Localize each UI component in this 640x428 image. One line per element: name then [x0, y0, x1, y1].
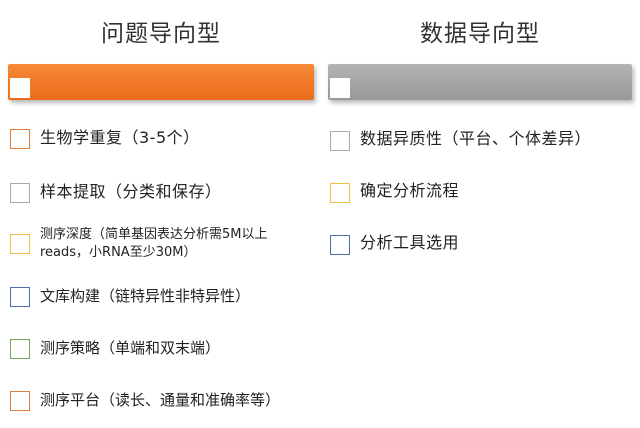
- right-column-title: 数据导向型: [420, 21, 540, 47]
- left-header-bar: [8, 64, 314, 100]
- checkbox-left-3[interactable]: [10, 234, 30, 254]
- left-item-3: 测序深度（简单基因表达分析需5M以上reads，小RNA至少30M）: [8, 226, 314, 266]
- left-item-4-label: 文库构建（链特异性非特异性）: [40, 287, 251, 305]
- left-item-2-label: 样本提取（分类和保存）: [40, 182, 222, 201]
- left-bar-handle: [10, 78, 30, 98]
- checkbox-left-6[interactable]: [10, 391, 30, 411]
- checkbox-right-3[interactable]: [330, 235, 350, 255]
- right-item-2-label: 确定分析流程: [360, 181, 460, 200]
- left-item-5: 测序策略（单端和双末端）: [8, 336, 314, 376]
- checkbox-right-2[interactable]: [330, 183, 350, 203]
- left-column-title: 问题导向型: [101, 21, 221, 47]
- left-item-5-label: 测序策略（单端和双末端）: [40, 339, 221, 357]
- checkbox-left-2[interactable]: [10, 183, 30, 203]
- right-item-1-label: 数据异质性（平台、个体差异）: [360, 129, 592, 148]
- checkbox-left-1[interactable]: [10, 129, 30, 149]
- right-item-1: 数据异质性（平台、个体差异）: [328, 128, 632, 168]
- right-header-bar: [328, 64, 632, 100]
- left-item-1: 生物学重复（3-5个）: [8, 126, 314, 166]
- checkbox-right-1[interactable]: [330, 131, 350, 151]
- left-item-3-label: 测序深度（简单基因表达分析需5M以上reads，小RNA至少30M）: [40, 227, 268, 260]
- left-item-6: 测序平台（读长、通量和准确率等）: [8, 388, 314, 428]
- checkbox-left-5[interactable]: [10, 339, 30, 359]
- left-item-4: 文库构建（链特异性非特异性）: [8, 284, 314, 324]
- right-item-2: 确定分析流程: [328, 180, 632, 220]
- left-item-6-label: 测序平台（读长、通量和准确率等）: [40, 391, 281, 409]
- right-bar-handle: [330, 78, 350, 98]
- right-item-3: 分析工具选用: [328, 232, 632, 272]
- right-item-3-label: 分析工具选用: [360, 233, 460, 252]
- left-item-2: 样本提取（分类和保存）: [8, 180, 314, 220]
- left-item-1-label: 生物学重复（3-5个）: [40, 128, 200, 147]
- checkbox-left-4[interactable]: [10, 287, 30, 307]
